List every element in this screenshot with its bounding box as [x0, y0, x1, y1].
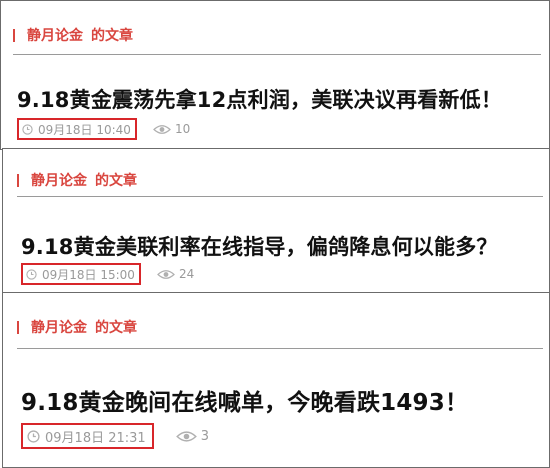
card-header: 静月论金 的文章 — [17, 170, 137, 190]
card-header: 静月论金 的文章 — [17, 317, 137, 337]
article-card: 静月论金 的文章 9.18黄金美联利率在线指导，偏鸽降息何以能多？ 09月18日… — [2, 148, 550, 294]
header-divider — [17, 348, 543, 349]
clock-icon — [22, 123, 33, 135]
article-title[interactable]: 9.18黄金晚间在线喊单，今晚看跌1493！ — [21, 383, 468, 417]
section-label: 的文章 — [91, 28, 133, 44]
accent-bar — [17, 173, 19, 187]
accent-bar — [17, 320, 19, 334]
article-title[interactable]: 9.18黄金美联利率在线指导，偏鸽降息何以能多？ — [21, 231, 498, 261]
section-label: 的文章 — [95, 173, 137, 189]
header-divider — [17, 196, 543, 197]
view-count-value: 3 — [200, 428, 209, 444]
view-count-value: 24 — [178, 267, 195, 281]
article-stack: 静月论金 的文章 9.18黄金震荡先拿12点利润，美联决议再看新低！ 09月18… — [0, 0, 550, 468]
article-title[interactable]: 9.18黄金震荡先拿12点利润，美联决议再看新低！ — [17, 84, 502, 114]
date-highlight-box: 09月18日 21:31 — [21, 423, 154, 449]
card-header: 静月论金 的文章 — [13, 25, 133, 45]
view-count: 3 — [175, 428, 209, 444]
article-card: 静月论金 的文章 9.18黄金晚间在线喊单，今晚看跌1493！ 09月18日 2… — [2, 292, 550, 468]
date-highlight-box: 09月18日 10:40 — [17, 118, 137, 140]
article-meta: 09月18日 10:40 10 — [17, 118, 190, 140]
header-divider — [13, 54, 541, 55]
article-meta: 09月18日 15:00 24 — [21, 263, 194, 285]
publish-date: 09月18日 10:40 — [38, 122, 131, 137]
article-card: 静月论金 的文章 9.18黄金震荡先拿12点利润，美联决议再看新低！ 09月18… — [0, 0, 550, 150]
accent-bar — [13, 28, 15, 42]
date-highlight-box: 09月18日 15:00 — [21, 263, 141, 285]
publish-date: 09月18日 21:31 — [45, 430, 146, 446]
section-label: 的文章 — [95, 320, 137, 336]
view-count: 24 — [157, 267, 194, 281]
eye-icon — [175, 430, 197, 442]
article-meta: 09月18日 21:31 3 — [21, 423, 209, 449]
clock-icon — [27, 429, 40, 443]
author-name[interactable]: 静月论金 — [31, 170, 87, 190]
publish-date: 09月18日 15:00 — [42, 267, 135, 282]
view-count-value: 10 — [174, 122, 191, 136]
author-name[interactable]: 静月论金 — [27, 25, 83, 45]
author-name[interactable]: 静月论金 — [31, 317, 87, 337]
clock-icon — [26, 268, 37, 280]
eye-icon — [153, 124, 171, 134]
eye-icon — [157, 269, 175, 279]
view-count: 10 — [153, 122, 190, 136]
